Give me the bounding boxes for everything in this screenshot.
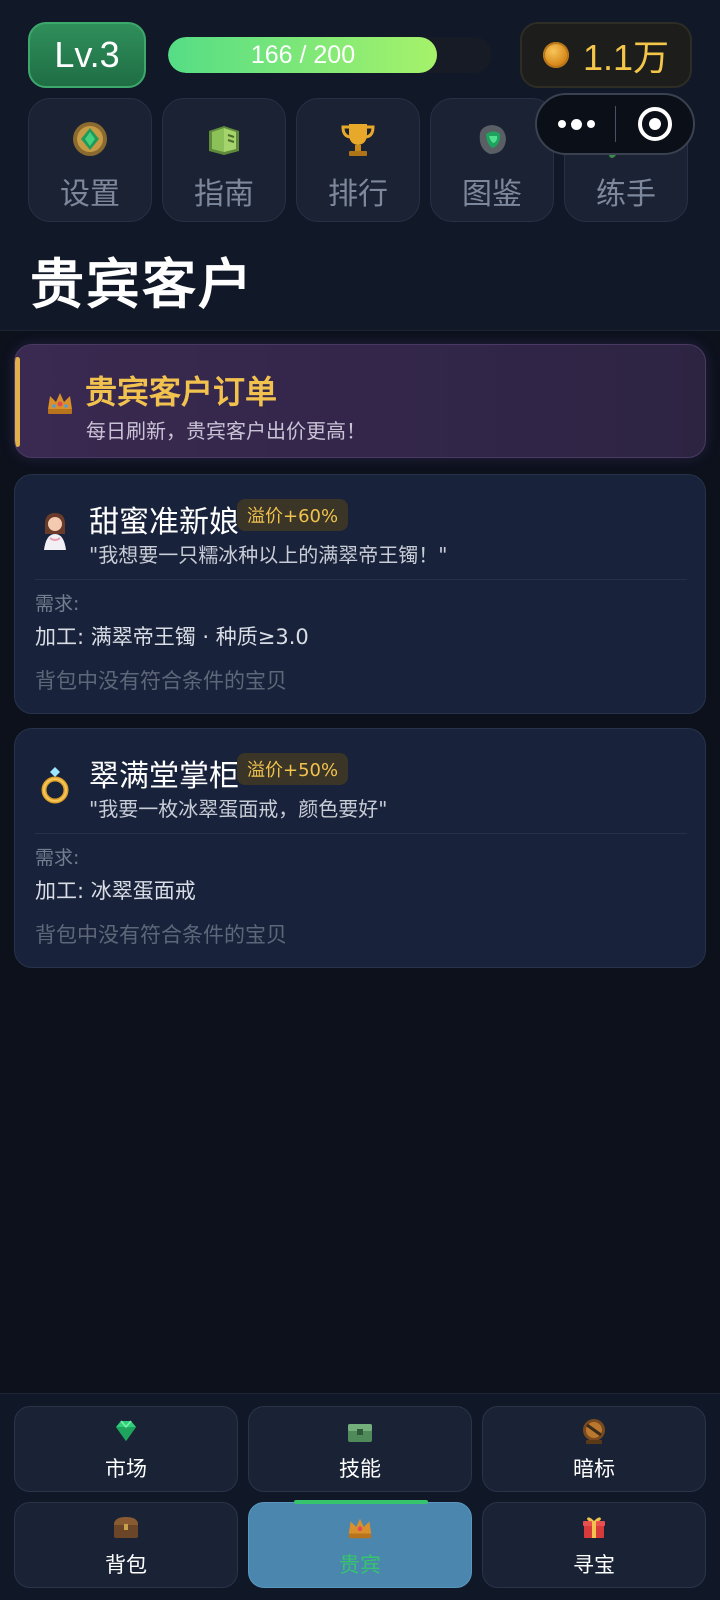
order-card[interactable]: 翠满堂掌柜 溢价+50% "我要一枚冰翠蛋面戒，颜色要好" 需求: 加工: 冰翠… [14,728,706,968]
inventory-status: 背包中没有符合条件的宝贝 [35,923,287,947]
crown-icon [45,387,75,417]
coin-icon [542,42,569,68]
menu-ranking-button[interactable]: 排行 [296,98,420,222]
bid-orb-icon [578,1415,610,1447]
customer-quote: "我想要一只糯冰种以上的满翠帝王镯！" [89,543,448,567]
premium-badge: 溢价+50% [237,753,349,785]
bottom-nav: 市场 技能 暗标 背包 贵宾 寻宝 [0,1393,720,1600]
settings-jade-icon [70,119,110,159]
nav-auction-button[interactable]: 暗标 [482,1406,706,1492]
level-badge[interactable]: Lv.3 [28,22,146,88]
gem-catalog-icon [472,119,512,159]
card-divider [35,579,687,580]
menu-catalog-label: 图鉴 [462,177,522,212]
requirement-text: 加工: 满翠帝王镯 · 种质≥3.0 [35,625,309,649]
banner-accent-bar [15,357,20,447]
banner-subtitle: 每日刷新，贵宾客户出价更高！ [86,419,366,443]
header-divider [0,330,720,331]
menu-settings-label: 设置 [60,177,120,212]
more-dots-icon[interactable] [537,95,615,153]
customer-name: 甜蜜准新娘 [89,505,239,540]
xp-progress-text: 166 / 200 [250,40,356,69]
nav-auction-label: 暗标 [573,1457,615,1481]
backpack-chest-icon [110,1511,142,1543]
jade-chest-icon [344,1415,376,1447]
customer-name: 翠满堂掌柜 [89,759,239,794]
menu-ranking-label: 排行 [328,177,388,212]
nav-vip-label: 贵宾 [339,1553,381,1577]
inventory-status: 背包中没有符合条件的宝贝 [35,669,287,693]
vip-customers-screen: Lv.3 166 / 200 1.1万 设置 指南 排行 图鉴 练手 贵宾客户 … [0,0,720,1600]
bride-avatar-icon [35,509,75,553]
nav-skills-button[interactable]: 技能 [248,1406,472,1492]
menu-settings-button[interactable]: 设置 [28,98,152,222]
nav-market-button[interactable]: 市场 [14,1406,238,1492]
menu-practice-label: 练手 [596,177,656,212]
nav-treasure-button[interactable]: 寻宝 [482,1502,706,1588]
card-divider [35,833,687,834]
miniprogram-capsule [535,93,695,155]
menu-guide-button[interactable]: 指南 [162,98,286,222]
requirement-label: 需求: [35,593,80,615]
requirement-text: 加工: 冰翠蛋面戒 [35,879,196,903]
page-title: 贵宾客户 [30,253,254,316]
requirement-label: 需求: [35,847,80,869]
customer-quote: "我要一枚冰翠蛋面戒，颜色要好" [89,797,388,821]
trophy-icon [338,119,378,159]
nav-backpack-label: 背包 [105,1553,147,1577]
premium-badge: 溢价+60% [237,499,349,531]
target-icon[interactable] [616,95,693,153]
nav-vip-button[interactable]: 贵宾 [248,1500,472,1588]
banner-title: 贵宾客户订单 [85,373,278,411]
diamond-icon [110,1415,142,1447]
nav-skills-label: 技能 [339,1457,381,1481]
xp-progress-bar: 166 / 200 [168,37,492,73]
top-panel: Lv.3 166 / 200 1.1万 设置 指南 排行 图鉴 练手 贵宾客户 [0,0,720,330]
guide-book-icon [204,119,244,159]
crown-icon [344,1511,376,1543]
vip-orders-banner: 贵宾客户订单 每日刷新，贵宾客户出价更高！ [14,344,706,458]
nav-active-indicator [294,1500,428,1504]
nav-treasure-label: 寻宝 [573,1553,615,1577]
coin-amount: 1.1万 [582,37,670,78]
gift-icon [578,1511,610,1543]
ring-icon [35,763,75,807]
nav-market-label: 市场 [105,1457,147,1481]
order-card[interactable]: 甜蜜准新娘 溢价+60% "我想要一只糯冰种以上的满翠帝王镯！" 需求: 加工:… [14,474,706,714]
coin-balance[interactable]: 1.1万 [520,22,692,88]
nav-backpack-button[interactable]: 背包 [14,1502,238,1588]
menu-guide-label: 指南 [194,177,254,212]
